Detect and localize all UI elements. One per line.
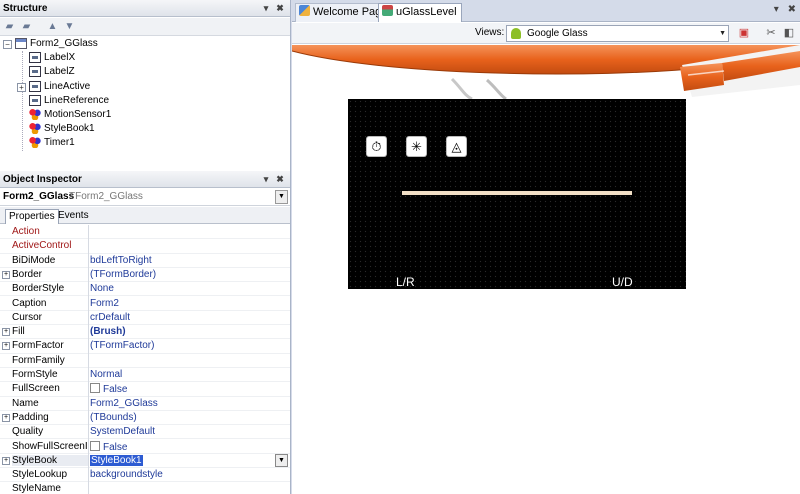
compass-icon[interactable]: ✳: [406, 136, 427, 157]
stylebook-value[interactable]: StyleBook1: [90, 454, 143, 466]
designer-area: Welcome Page uGlassLevel ▾ ✖ Views: Goog…: [292, 0, 800, 494]
move-down-icon[interactable]: ▼: [63, 21, 76, 33]
showfullscreenicon-checkbox[interactable]: [90, 440, 100, 451]
property-row[interactable]: BiDiMode bdLeftToRight: [0, 254, 290, 268]
property-row[interactable]: + FormFactor (TFormFactor): [0, 339, 290, 354]
folder-close-icon[interactable]: ▰: [20, 21, 33, 33]
clock-icon[interactable]: ⏱: [366, 136, 387, 157]
property-row[interactable]: StyleLookup backgroundstyle: [0, 468, 290, 483]
expand-icon[interactable]: +: [2, 456, 10, 465]
property-row[interactable]: StyleName: [0, 482, 290, 494]
structure-tree: − Form2_GGlass LabelX LabelZ + LineActiv…: [0, 37, 290, 169]
views-selected-value: Google Glass: [527, 28, 588, 39]
object-class: TForm2_GGlass: [69, 191, 143, 202]
inspector-tabs: Properties Events: [0, 207, 290, 224]
structure-title: Structure: [3, 3, 48, 14]
tree-item-stylebook[interactable]: StyleBook1: [29, 122, 95, 136]
tree-item-form[interactable]: Form2_GGlass: [15, 37, 98, 51]
component-icon: [29, 136, 41, 148]
tree-item-linereference[interactable]: LineReference: [29, 94, 109, 108]
android-icon: [511, 28, 521, 39]
left-dock: Structure ▾ ✖ ▰ ▰ ▲ ▼ − Form2_GGlass Lab…: [0, 0, 291, 494]
property-grid: Action ActiveControl BiDiMode bdLeftToRig…: [0, 225, 290, 494]
property-row[interactable]: + Border (TFormBorder): [0, 268, 290, 283]
object-selector[interactable]: Form2_GGlass TForm2_GGlass ▼: [0, 189, 290, 206]
delete-view-icon[interactable]: ▣: [737, 26, 751, 40]
views-label: Views:: [475, 27, 505, 38]
grid-splitter[interactable]: [88, 225, 89, 494]
tab-properties[interactable]: Properties: [5, 209, 59, 224]
property-row[interactable]: + Fill (Brush): [0, 325, 290, 340]
tree-item-labelz[interactable]: LabelZ: [29, 65, 75, 79]
fullscreen-checkbox[interactable]: [90, 383, 100, 394]
expand-icon[interactable]: +: [2, 270, 10, 279]
property-row[interactable]: ShowFullScreenIconFalse: [0, 440, 290, 454]
document-tabs: Welcome Page uGlassLevel ▾ ✖: [292, 0, 800, 22]
property-row[interactable]: Caption Form2: [0, 297, 290, 311]
tools-icon[interactable]: ✂: [764, 26, 778, 40]
close-icon[interactable]: ✖: [274, 2, 286, 14]
chevron-down-icon[interactable]: ▼: [275, 190, 288, 204]
property-row[interactable]: Quality SystemDefault: [0, 425, 290, 440]
property-row[interactable]: Action: [0, 225, 290, 240]
property-row[interactable]: BorderStyle None: [0, 282, 290, 297]
close-tab-icon[interactable]: ✖: [788, 4, 796, 15]
label-icon: [29, 51, 41, 63]
views-toolbar: Views: Google Glass ▼ ▣ ✂ ◧: [292, 23, 800, 44]
pin-icon[interactable]: ▾: [260, 2, 272, 14]
component-icon: [29, 108, 41, 120]
label-icon: [29, 80, 41, 92]
property-row[interactable]: + Padding (TBounds): [0, 411, 290, 426]
object-name: Form2_GGlass: [3, 191, 75, 202]
label-icon: [29, 65, 41, 77]
property-row[interactable]: FormFamily: [0, 354, 290, 368]
tab-events[interactable]: Events: [55, 209, 92, 224]
tree-item-lineactive[interactable]: LineActive: [29, 80, 90, 94]
move-up-icon[interactable]: ▲: [46, 21, 59, 33]
property-row[interactable]: FullScreen False: [0, 382, 290, 397]
expand-icon[interactable]: +: [2, 413, 10, 422]
level-reference-line: [402, 191, 632, 195]
label-ud: U/D: [612, 275, 633, 289]
structure-panel-header: Structure ▾ ✖: [0, 0, 290, 17]
close-icon[interactable]: ✖: [274, 173, 286, 185]
expand-icon[interactable]: +: [2, 328, 10, 337]
tab-uglasslevel[interactable]: uGlassLevel: [378, 3, 462, 22]
tree-item-timer[interactable]: Timer1: [29, 136, 75, 150]
property-row-selected[interactable]: + StyleBook StyleBook1 ▼: [0, 453, 290, 469]
property-row[interactable]: Cursor crDefault: [0, 311, 290, 326]
level-icon[interactable]: ◬: [446, 136, 467, 157]
views-select[interactable]: Google Glass ▼: [506, 25, 729, 42]
form-canvas[interactable]: ⏱ ✳ ◬ L/R U/D: [292, 45, 800, 494]
object-inspector-title: Object Inspector: [3, 174, 82, 185]
expand-icon[interactable]: +: [2, 342, 10, 351]
label-lr: L/R: [396, 275, 415, 289]
object-inspector-header: Object Inspector ▾ ✖: [0, 171, 290, 188]
pin-icon[interactable]: ▾: [260, 173, 272, 185]
unit-icon: [382, 5, 393, 16]
property-row[interactable]: FormStyle Normal: [0, 368, 290, 383]
label-icon: [29, 94, 41, 106]
tree-item-motionsensor[interactable]: MotionSensor1: [29, 108, 111, 122]
chevron-down-icon[interactable]: ▼: [719, 26, 726, 41]
home-icon: [299, 5, 310, 16]
tree-item-labelx[interactable]: LabelX: [29, 51, 75, 65]
expand-icon[interactable]: +: [17, 83, 26, 92]
form-icon: [15, 37, 27, 49]
property-row[interactable]: ActiveControl: [0, 239, 290, 254]
collapse-icon[interactable]: −: [3, 40, 12, 49]
toggle-icon[interactable]: ◧: [782, 26, 796, 40]
structure-toolbar: ▰ ▰ ▲ ▼: [0, 18, 290, 36]
component-icon: [29, 122, 41, 134]
glass-screen[interactable]: ⏱ ✳ ◬ L/R U/D: [348, 99, 686, 289]
property-row[interactable]: Name Form2_GGlass: [0, 397, 290, 411]
tab-list-icon[interactable]: ▾: [774, 4, 779, 15]
chevron-down-icon[interactable]: ▼: [275, 453, 288, 467]
folder-open-icon[interactable]: ▰: [3, 21, 16, 33]
